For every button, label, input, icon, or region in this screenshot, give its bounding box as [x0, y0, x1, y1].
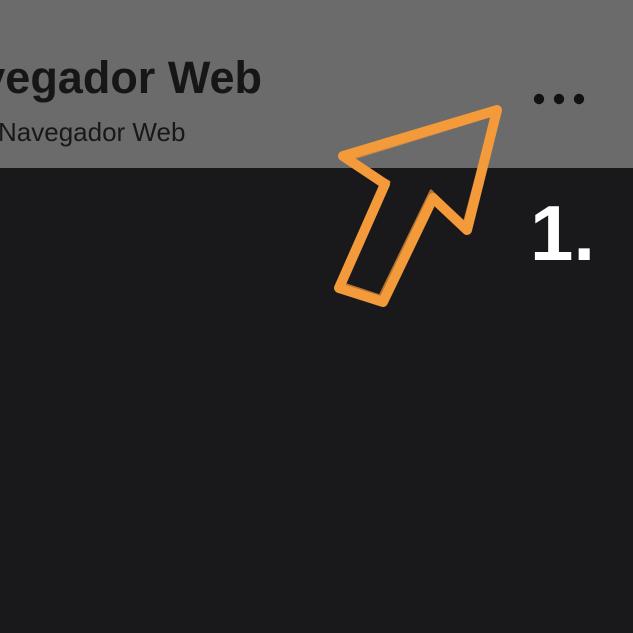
app-screen: Navegador Web Navegador Web 1. [0, 0, 633, 633]
more-options-button[interactable] [524, 80, 594, 118]
page-subtitle: Navegador Web [0, 117, 186, 147]
step-number-label: 1. [530, 189, 596, 277]
page-title: Navegador Web [0, 52, 262, 115]
app-header: Navegador Web Navegador Web [0, 0, 633, 168]
more-horizontal-icon [533, 93, 585, 105]
page-title-text: Navegador Web [0, 52, 262, 103]
